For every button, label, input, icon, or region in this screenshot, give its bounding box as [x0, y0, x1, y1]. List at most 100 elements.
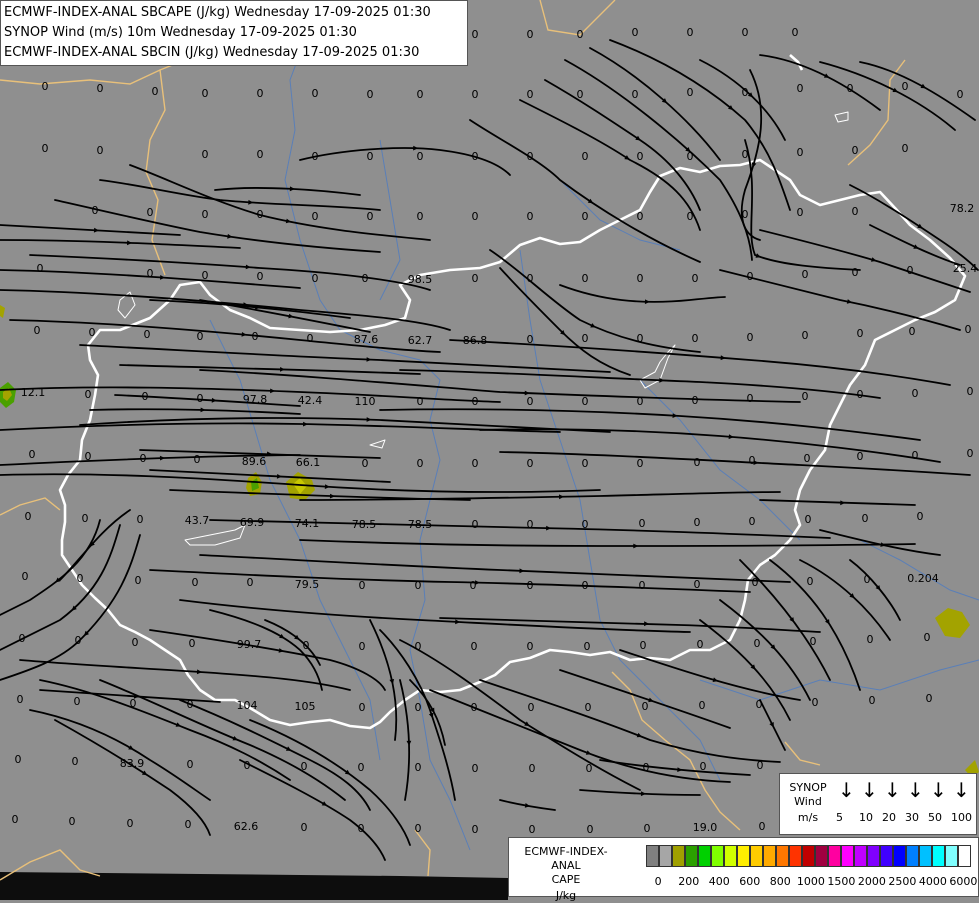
value-label-89: 0: [802, 329, 809, 342]
value-label-110: 0: [967, 385, 974, 398]
value-label-106: 0: [747, 392, 754, 405]
value-label-158: 0: [694, 578, 701, 591]
value-label-211: 0: [12, 813, 19, 826]
wind-arrow-icon: ↓: [907, 778, 924, 802]
value-label-62: 0: [312, 272, 319, 285]
value-label-145: 0: [917, 510, 924, 523]
cape-legend-title: ECMWF-INDEX-ANAL CAPE J/kg: [513, 845, 619, 903]
value-label-33: 0: [472, 150, 479, 163]
value-label-173: 0: [584, 640, 591, 653]
cape-color-swatch: [919, 845, 932, 867]
value-label-152: 0: [359, 579, 366, 592]
weather-map[interactable]: 0 0 0 0 0 0 0 0 0 0 0 0 0 0 0 0 0 0 0 0 0 0 0 0 0 0 0 0 0 0 0 0 0 0 0 0 0 0 0 0…: [0, 0, 979, 900]
synop-legend-title-line1: SYNOP: [789, 781, 827, 794]
value-label-175: 0: [697, 638, 704, 651]
value-label-90: 0: [857, 327, 864, 340]
value-label-135: 78.5: [352, 518, 377, 531]
value-label-43: 0: [147, 206, 154, 219]
value-label-69: 0: [692, 272, 699, 285]
value-label-184: 104: [237, 699, 258, 712]
value-label-10: 0: [527, 88, 534, 101]
value-label-109: 0: [912, 387, 919, 400]
value-label-54: 0: [742, 208, 749, 221]
cape-legend-title-line2: CAPE: [551, 873, 581, 886]
cape-tick-label: 400: [708, 875, 730, 888]
value-label-137: 0: [472, 518, 479, 531]
wind-speed-label: 5: [836, 811, 843, 824]
value-label-74: 25.4: [953, 262, 978, 275]
cape-color-swatch: [880, 845, 893, 867]
value-label-177: 0: [810, 635, 817, 648]
value-label-108: 0: [857, 388, 864, 401]
cape-color-swatch: [672, 845, 685, 867]
value-label-6: 0: [312, 87, 319, 100]
value-label-92: 0: [965, 323, 972, 336]
value-label-79: 0: [252, 330, 259, 343]
value-label-150: 0: [247, 576, 254, 589]
value-label-205: 0: [472, 762, 479, 775]
value-label-130: 0: [82, 512, 89, 525]
value-label-48: 0: [417, 210, 424, 223]
value-label-102: 0: [527, 395, 534, 408]
value-label-23: 0: [687, 26, 694, 39]
cape-color-swatch: [854, 845, 867, 867]
synop-legend-title: SYNOP Wind m/s: [786, 781, 830, 825]
value-label-105: 0: [692, 394, 699, 407]
wind-arrow-icon: ↓: [930, 778, 947, 802]
value-label-157: 0: [639, 579, 646, 592]
cape-color-swatch: [945, 845, 958, 867]
value-label-192: 0: [699, 699, 706, 712]
cape-color-swatch: [776, 845, 789, 867]
wind-arrow-icon: ↓: [953, 778, 970, 802]
value-label-168: 0: [303, 639, 310, 652]
value-label-88: 0: [747, 331, 754, 344]
title-sbcin: ECMWF-INDEX-ANAL SBCIN (J/kg) Wednesday …: [4, 45, 420, 60]
value-label-46: 0: [312, 210, 319, 223]
value-label-155: 0: [527, 579, 534, 592]
value-label-112: 0: [85, 450, 92, 463]
value-label-179: 0: [924, 631, 931, 644]
value-label-13: 0: [687, 86, 694, 99]
value-label-76: 0: [89, 326, 96, 339]
value-label-134: 74.1: [295, 517, 320, 530]
value-label-75: 0: [34, 324, 41, 337]
value-label-36: 0: [637, 150, 644, 163]
value-label-224: 0: [759, 820, 766, 833]
value-label-58: 0: [37, 262, 44, 275]
value-label-31: 0: [367, 150, 374, 163]
value-label-118: 0: [417, 457, 424, 470]
value-label-94: 0: [85, 388, 92, 401]
cape-color-swatch: [789, 845, 802, 867]
value-label-210: 0: [757, 759, 764, 772]
value-label-5: 0: [257, 87, 264, 100]
value-label-30: 0: [312, 150, 319, 163]
value-label-27: 0: [97, 144, 104, 157]
value-label-80: 0: [307, 332, 314, 345]
wind-arrow-icon: ↓: [838, 778, 855, 802]
value-label-20: 0: [527, 28, 534, 41]
value-label-185: 105: [295, 700, 316, 713]
value-label-14: 0: [742, 86, 749, 99]
value-label-153: 0: [415, 579, 422, 592]
value-label-125: 0: [804, 452, 811, 465]
value-label-7: 0: [367, 88, 374, 101]
value-label-126: 0: [857, 450, 864, 463]
value-label-42: 0: [92, 204, 99, 217]
value-label-34: 0: [527, 150, 534, 163]
value-label-73: 0: [907, 264, 914, 277]
value-label-149: 0: [192, 576, 199, 589]
value-label-198: 0: [72, 755, 79, 768]
value-label-97: 97.8: [243, 393, 268, 406]
title-sbcape: ECMWF-INDEX-ANAL SBCAPE (J/kg) Wednesday…: [4, 5, 431, 20]
title-synop-wind: SYNOP Wind (m/s) 10m Wednesday 17-09-202…: [4, 25, 357, 40]
value-label-32: 0: [417, 150, 424, 163]
cape-color-swatch: [815, 845, 828, 867]
value-label-71: 0: [802, 268, 809, 281]
value-label-113: 0: [140, 452, 147, 465]
value-label-186: 0: [359, 701, 366, 714]
cape-color-swatch: [841, 845, 854, 867]
value-label-163: 0: [19, 632, 26, 645]
value-label-68: 0: [637, 272, 644, 285]
wind-speed-label: 10: [859, 811, 873, 824]
value-label-190: 0: [585, 701, 592, 714]
